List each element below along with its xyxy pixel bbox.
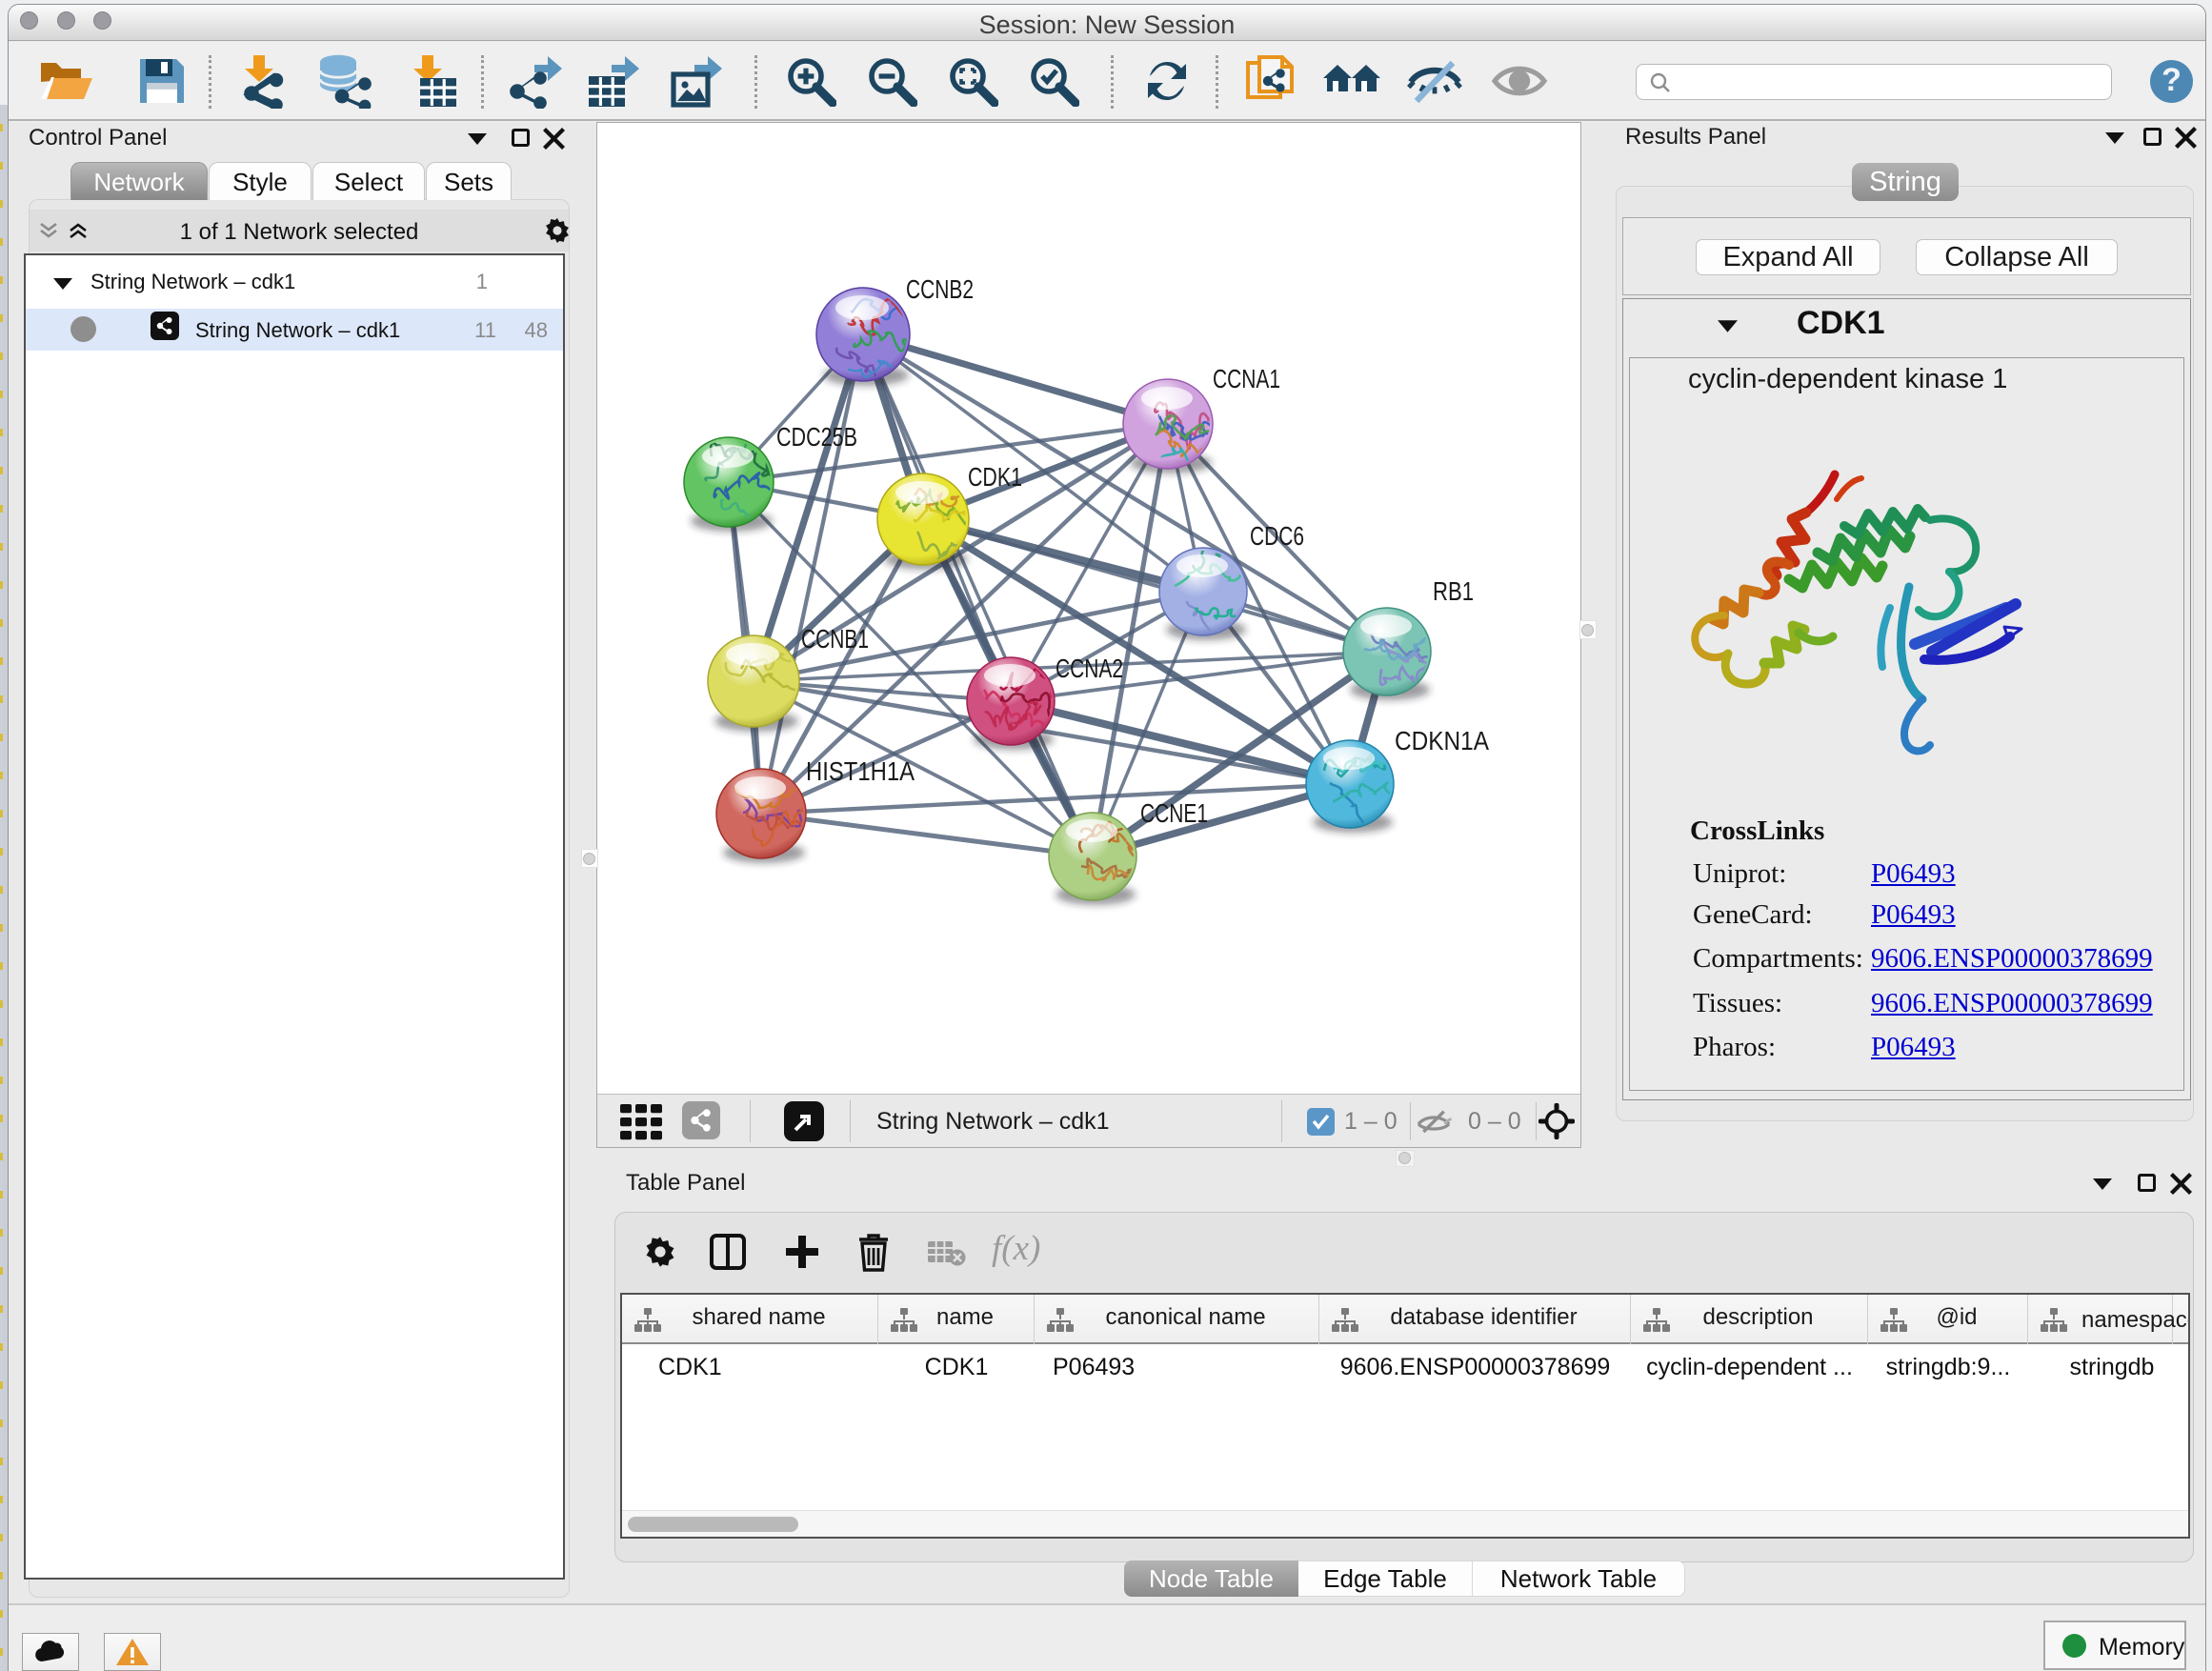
svg-text:RB1: RB1 [1433, 576, 1474, 606]
svg-text:CCNB1: CCNB1 [801, 624, 869, 654]
svg-text:CCNA2: CCNA2 [1056, 654, 1123, 683]
svg-text:CCNE1: CCNE1 [1140, 798, 1208, 828]
svg-text:CDKN1A: CDKN1A [1395, 726, 1489, 755]
svg-text:CCNA1: CCNA1 [1213, 364, 1280, 393]
svg-text:HIST1H1A: HIST1H1A [806, 756, 915, 786]
svg-text:CDC25B: CDC25B [776, 422, 857, 452]
svg-text:CDC6: CDC6 [1250, 521, 1304, 551]
svg-text:CDK1: CDK1 [968, 462, 1022, 492]
svg-text:CCNB2: CCNB2 [906, 274, 974, 304]
